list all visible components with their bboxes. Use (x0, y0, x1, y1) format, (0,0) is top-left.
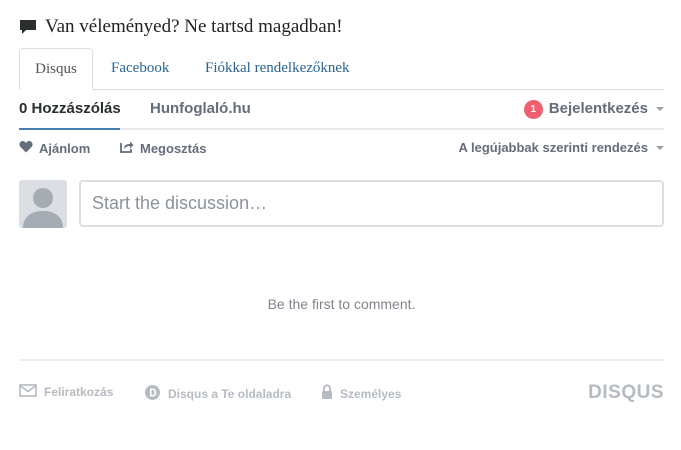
chevron-down-icon (656, 107, 664, 111)
recommend-label: Ajánlom (39, 140, 91, 156)
active-tab-underline (19, 128, 120, 130)
tab-facebook[interactable]: Facebook (111, 48, 169, 90)
login-menu[interactable]: 1 Bejelentkezés (523, 90, 664, 128)
sort-label: A legújabbak szerinti rendezés (458, 140, 648, 155)
subscribe-label: Feliratkozás (44, 385, 114, 399)
add-disqus-link[interactable]: Disqus a Te oldaladra (144, 384, 291, 404)
disqus-nav: 0 Hozzászólás Hunfoglaló.hu 1 Bejelentke… (19, 90, 664, 130)
divider (19, 359, 664, 361)
privacy-link[interactable]: Személyes (321, 384, 401, 403)
chevron-down-icon (656, 145, 664, 150)
envelope-icon (19, 384, 37, 400)
sort-dropdown[interactable]: A legújabbak szerinti rendezés (458, 140, 664, 155)
heart-icon (19, 140, 33, 156)
add-disqus-label: Disqus a Te oldaladra (168, 387, 292, 401)
thread-toolbar: Ajánlom Megosztás A legújabbak szerinti … (19, 140, 664, 160)
tab-account-holders[interactable]: Fiókkal rendelkezőknek (205, 48, 350, 90)
disqus-brand-logo[interactable]: DISQUS (588, 382, 664, 404)
recommend-button[interactable]: Ajánlom (19, 140, 90, 156)
share-label: Megosztás (140, 140, 207, 156)
comment-input[interactable] (79, 180, 664, 227)
footer: Feliratkozás Disqus a Te oldaladra Szemé… (19, 382, 664, 404)
speech-bubble-icon (19, 19, 37, 35)
prompt-text: Van véleményed? Ne tartsd magadban! (45, 16, 343, 37)
tab-community[interactable]: Hunfoglaló.hu (150, 90, 251, 128)
privacy-label: Személyes (340, 386, 402, 401)
disqus-logo-icon (144, 384, 161, 404)
login-label: Bejelentkezés (548, 100, 648, 117)
notification-badge: 1 (523, 99, 543, 119)
share-icon (120, 140, 134, 156)
login-provider-tabs: Disqus Facebook Fiókkal rendelkezőknek (19, 48, 664, 90)
share-button[interactable]: Megosztás (120, 140, 206, 156)
empty-state-message: Be the first to comment. (267, 296, 416, 312)
lock-icon (321, 384, 333, 403)
tab-comments[interactable]: 0 Hozzászólás (19, 90, 121, 128)
tab-disqus[interactable]: Disqus (19, 48, 93, 90)
avatar (19, 180, 67, 228)
discussion-prompt: Van véleményed? Ne tartsd magadban! (19, 16, 343, 38)
subscribe-link[interactable]: Feliratkozás (19, 384, 113, 400)
